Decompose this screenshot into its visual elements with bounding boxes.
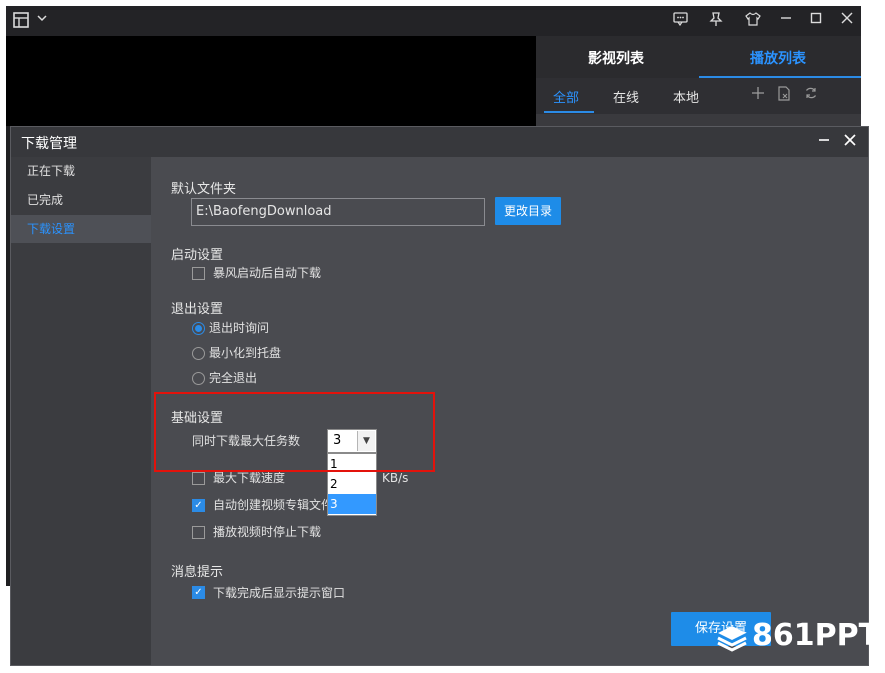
startup-settings-title: 启动设置	[171, 248, 224, 263]
message-icon[interactable]	[671, 12, 689, 30]
max-speed-checkbox[interactable]	[192, 472, 205, 485]
minimize-tray-label: 最小化到托盘	[209, 346, 282, 360]
default-folder-title: 默认文件夹	[171, 182, 237, 197]
pin-icon[interactable]	[707, 12, 725, 30]
auto-album-label: 自动创建视频专辑文件	[213, 498, 334, 512]
delete-file-icon[interactable]	[775, 86, 793, 104]
sub-tab-online[interactable]: 在线	[613, 87, 639, 106]
dialog-titlebar[interactable]: 下载管理	[11, 127, 868, 157]
dropdown-option-highlighted[interactable]: 3	[328, 494, 376, 514]
dropdown-option[interactable]: 2	[328, 474, 376, 494]
exit-settings-title: 退出设置	[171, 302, 224, 317]
dialog-title: 下载管理	[21, 136, 77, 152]
minimize-tray-radio[interactable]	[192, 347, 205, 360]
sub-tab-all[interactable]: 全部	[553, 87, 579, 106]
nav-download-settings[interactable]: 下载设置	[11, 215, 151, 243]
close-icon[interactable]	[838, 12, 856, 30]
chevron-down-icon[interactable]	[33, 12, 51, 30]
sub-tab-local[interactable]: 本地	[673, 87, 699, 106]
download-path-input[interactable]: E:\BaofengDownload	[191, 198, 485, 226]
video-area[interactable]	[6, 36, 536, 126]
full-exit-label: 完全退出	[209, 371, 258, 385]
auto-album-checkbox[interactable]: ✓	[192, 499, 205, 512]
notify-settings-title: 消息提示	[171, 565, 224, 580]
maximize-icon[interactable]	[807, 12, 825, 30]
stop-on-play-checkbox[interactable]	[192, 526, 205, 539]
dialog-minimize-icon[interactable]	[816, 132, 832, 150]
minimize-icon[interactable]	[777, 12, 795, 30]
show-notify-label: 下载完成后显示提示窗口	[213, 586, 346, 600]
layers-logo-icon	[716, 622, 748, 654]
stop-on-play-label: 播放视频时停止下载	[213, 525, 322, 539]
max-speed-label: 最大下载速度	[213, 471, 286, 485]
dialog-nav: 正在下载 已完成 下载设置	[11, 157, 151, 665]
full-exit-radio[interactable]	[192, 372, 205, 385]
change-directory-button[interactable]: 更改目录	[495, 197, 561, 225]
exit-ask-label: 退出时询问	[209, 321, 270, 335]
screenshot: 影视列表 播放列表 全部 在线 本地 下载管理 正在下载 已完成 下载设置 默认…	[0, 0, 885, 673]
nav-completed[interactable]: 已完成	[11, 186, 151, 214]
watermark-text: 861PPT	[752, 618, 880, 653]
player-titlebar	[6, 6, 861, 36]
show-notify-checkbox[interactable]: ✓	[192, 586, 205, 599]
add-icon[interactable]	[749, 86, 767, 104]
nav-downloading[interactable]: 正在下载	[11, 157, 151, 185]
download-manager-dialog: 下载管理 正在下载 已完成 下载设置 默认文件夹 E:\BaofengDownl…	[10, 126, 869, 666]
sub-tab-indicator	[544, 111, 594, 113]
tab-movie-list[interactable]: 影视列表	[588, 48, 644, 68]
skin-icon[interactable]	[744, 12, 762, 30]
auto-download-label: 暴风启动后自动下载	[213, 266, 322, 280]
auto-download-checkbox[interactable]	[192, 267, 205, 280]
dialog-close-icon[interactable]	[842, 132, 858, 150]
sub-tab-bar: 全部 在线 本地	[536, 78, 861, 114]
exit-ask-radio[interactable]	[192, 322, 205, 335]
tab-play-list[interactable]: 播放列表	[750, 48, 806, 68]
refresh-icon[interactable]	[802, 86, 820, 104]
highlight-annotation-box	[154, 392, 435, 472]
speed-unit: KB/s	[382, 471, 409, 485]
layout-icon[interactable]	[12, 12, 30, 30]
